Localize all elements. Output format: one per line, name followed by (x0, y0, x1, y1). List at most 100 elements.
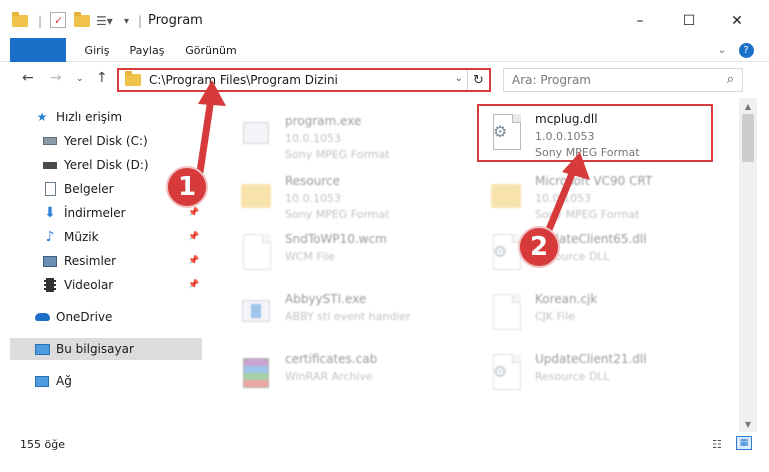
sidebar-item-label: Yerel Disk (C:) (64, 134, 148, 148)
file-type: Sony MPEG Format (535, 208, 640, 221)
pin-icon[interactable]: 📌 (188, 232, 199, 242)
file-item[interactable]: ⚙ UpdateClient65.dll Resource DLL (479, 224, 729, 280)
address-path: C:\Program Files\Program Dizini (149, 73, 338, 87)
music-icon: ♪ (45, 229, 55, 245)
file-name: UpdateClient21.dll (535, 352, 647, 366)
archive-icon (239, 350, 275, 394)
file-item[interactable]: Microsoft VC90 CRT 10.0.1053 Sony MPEG F… (479, 166, 729, 222)
exe-icon (239, 290, 275, 334)
file-version: CJK File (535, 310, 576, 323)
file-name: Resource (285, 174, 341, 188)
sidebar-item-label: OneDrive (56, 310, 113, 324)
step-2-badge: 2 (518, 226, 560, 268)
search-icon: ⌕ (726, 72, 734, 87)
drive-icon (42, 158, 58, 172)
file-item[interactable]: SndToWP10.wcm WCM File (229, 224, 479, 280)
file-type: Sony MPEG Format (285, 208, 390, 221)
sidebar-item-label: Bu bilgisayar (56, 342, 134, 356)
sidebar-item-quick-access[interactable]: ★ Hızlı erişim (0, 106, 205, 128)
documents-icon (42, 182, 58, 196)
drive-icon (42, 134, 58, 148)
scroll-down-icon[interactable]: ▼ (739, 416, 757, 432)
file-icon (239, 230, 275, 274)
file-version: 10.0.1053 (535, 192, 591, 205)
navigation-pane: ★ Hızlı erişim Yerel Disk (C:) Yerel Dis… (0, 98, 205, 432)
file-item[interactable]: Resource 10.0.1053 Sony MPEG Format (229, 166, 479, 222)
back-arrow-icon[interactable]: ← (22, 70, 34, 86)
file-item[interactable]: ⚙ UpdateClient21.dll Resource DLL (479, 344, 729, 400)
file-item[interactable]: Korean.cjk CJK File (479, 284, 729, 340)
tab-home[interactable]: Giriş (74, 38, 120, 62)
sidebar-item-videos[interactable]: Videolar 📌 (0, 274, 205, 296)
file-name: AbbyySTI.exe (285, 292, 367, 306)
expand-ribbon-icon[interactable]: ⌄ (712, 38, 732, 62)
tiles-view-icon[interactable]: ▦ (736, 436, 752, 450)
pin-icon[interactable]: 📌 (188, 280, 199, 290)
cloud-icon (34, 310, 50, 324)
sidebar-item-downloads[interactable]: ⬇ İndirmeler 📌 (0, 202, 205, 224)
sidebar-item-this-pc[interactable]: Bu bilgisayar (10, 338, 202, 360)
file-version: WCM File (285, 250, 335, 263)
folder-icon (489, 172, 525, 216)
videos-icon (42, 278, 58, 292)
forward-arrow-icon[interactable]: → (50, 70, 62, 86)
sidebar-item-label: Videolar (64, 278, 114, 292)
file-item[interactable]: AbbyySTI.exe ABBY sti event handler (229, 284, 479, 340)
sidebar-item-label: İndirmeler (64, 206, 126, 220)
file-item[interactable]: program.exe 10.0.1053 Sony MPEG Format (229, 106, 479, 162)
properties-icon[interactable]: ✓ (50, 12, 66, 28)
ribbon: Dosya Giriş Paylaş Görünüm ⌄ ? (0, 38, 769, 94)
sidebar-item-label: Hızlı erişim (56, 110, 123, 124)
refresh-icon[interactable]: ↻ (467, 70, 489, 90)
address-bar[interactable]: C:\Program Files\Program Dizini ⌄ ↻ (117, 68, 491, 92)
help-icon[interactable]: ? (736, 38, 756, 62)
scroll-up-icon[interactable]: ▲ (739, 98, 757, 114)
file-version: ABBY sti event handler (285, 310, 411, 323)
dll-gear-icon: ⚙ (489, 350, 525, 394)
sidebar-item-label: Belgeler (64, 182, 114, 196)
step-1-badge: 1 (166, 166, 208, 208)
quick-access-dropdown-icon[interactable]: ▾ (124, 12, 129, 30)
sidebar-item-pictures[interactable]: Resimler 📌 (0, 250, 205, 272)
vertical-scrollbar[interactable]: ▲ ▼ (739, 98, 757, 432)
file-version: 10.0.1053 (285, 132, 341, 145)
file-version: Resource DLL (535, 370, 610, 383)
file-item[interactable]: certificates.cab WinRAR Archive (229, 344, 479, 400)
sidebar-item-music[interactable]: ♪ Müzik 📌 (0, 226, 205, 248)
folder-icon (12, 12, 28, 30)
item-count: 155 öğe (20, 438, 65, 451)
up-arrow-icon[interactable]: ↑ (96, 70, 108, 86)
selected-file-highlight (477, 104, 713, 162)
minimize-button[interactable]: – (625, 8, 655, 34)
pin-icon[interactable]: 📌 (188, 256, 199, 266)
network-icon (34, 374, 50, 388)
separator: | (38, 14, 43, 28)
sidebar-item-local-disk-c[interactable]: Yerel Disk (C:) (0, 130, 205, 152)
details-view-icon[interactable]: ☷ (712, 438, 722, 451)
file-name: Microsoft VC90 CRT (535, 174, 653, 188)
customize-quick-access-icon[interactable]: ☰▾ (96, 12, 113, 30)
download-icon: ⬇ (44, 205, 56, 221)
file-type: Sony MPEG Format (285, 148, 390, 161)
sidebar-item-network[interactable]: Ağ (0, 370, 205, 392)
exe-icon (239, 112, 275, 156)
tab-view[interactable]: Görünüm (180, 38, 242, 62)
file-icon (489, 290, 525, 334)
sidebar-item-label: Resimler (64, 254, 117, 268)
pin-icon[interactable]: 📌 (188, 208, 199, 218)
chevron-down-icon[interactable]: ⌄ (455, 73, 463, 84)
sidebar-item-label: Ağ (56, 374, 72, 388)
separator: | (138, 14, 143, 28)
tab-share[interactable]: Paylaş (124, 38, 170, 62)
sidebar-item-label: Yerel Disk (D:) (64, 158, 149, 172)
new-folder-icon[interactable] (74, 12, 90, 30)
recent-locations-icon[interactable]: ⌄ (76, 74, 84, 84)
sidebar-item-onedrive[interactable]: OneDrive (0, 306, 205, 328)
maximize-button[interactable]: ☐ (674, 8, 704, 34)
title-bar: | ✓ ☰▾ ▾ | Program – ☐ ✕ (0, 0, 769, 40)
close-button[interactable]: ✕ (722, 8, 752, 34)
scroll-thumb[interactable] (742, 114, 754, 162)
file-name: program.exe (285, 114, 362, 128)
search-input[interactable]: Ara: Program ⌕ (503, 68, 743, 92)
pictures-icon (42, 254, 58, 268)
